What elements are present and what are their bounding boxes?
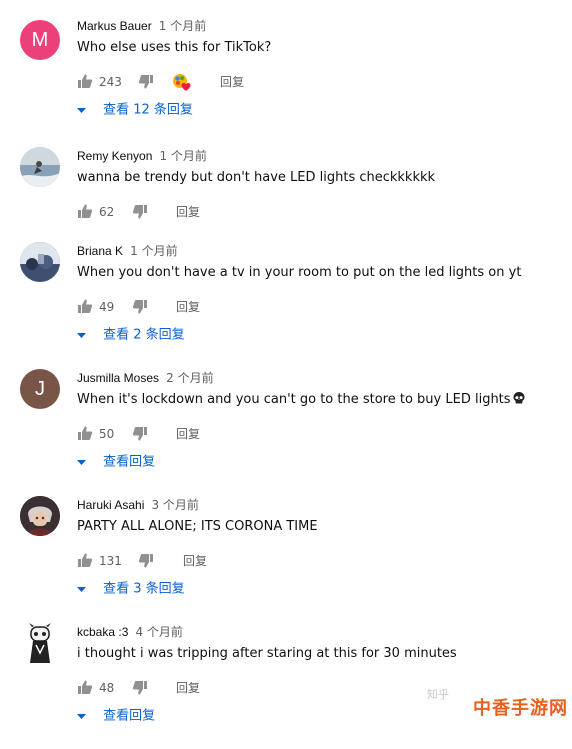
avatar[interactable]: M	[20, 20, 60, 60]
view-replies-label: 查看 2 条回复	[103, 327, 185, 343]
comment-actions: 48 回复	[77, 680, 377, 696]
comment-time[interactable]: 4 个月前	[135, 625, 182, 639]
avatar-letter: M	[31, 28, 49, 51]
comment-actions: 243 回复	[77, 73, 377, 91]
like-count: 49	[99, 300, 115, 314]
skull-emoji-icon	[513, 392, 525, 404]
comment-author[interactable]: kcbaka :3	[77, 625, 128, 639]
like-count: 243	[99, 75, 122, 89]
avatar[interactable]	[20, 147, 60, 187]
zhihu-watermark: 知乎	[427, 688, 449, 701]
comment-item: Haruki Asahi 3 个月前 PARTY ALL ALONE; ITS …	[0, 496, 572, 622]
comment-author[interactable]: Haruki Asahi	[77, 498, 144, 512]
thumbs-down-icon[interactable]	[138, 74, 154, 90]
thumbs-up-icon[interactable]	[77, 73, 93, 89]
thumbs-down-icon[interactable]	[132, 204, 148, 220]
comment-text: i thought i was tripping after staring a…	[77, 646, 457, 661]
chevron-down-icon	[77, 332, 86, 338]
view-replies-label: 查看 3 条回复	[103, 581, 185, 597]
reply-button[interactable]: 回复	[176, 426, 200, 442]
thumbs-down-icon[interactable]	[132, 299, 148, 315]
comment-time[interactable]: 1 个月前	[159, 149, 206, 163]
comment-text: wanna be trendy but don't have LED light…	[77, 170, 436, 185]
reply-button[interactable]: 回复	[176, 299, 200, 315]
thumbs-up-icon[interactable]	[77, 679, 93, 695]
comment-time[interactable]: 3 个月前	[151, 498, 198, 512]
comment-text: When you don't have a tv in your room to…	[77, 265, 522, 280]
reply-button[interactable]: 回复	[176, 204, 200, 220]
reply-button[interactable]: 回复	[220, 74, 244, 90]
comment-time[interactable]: 1 个月前	[159, 19, 206, 33]
avatar[interactable]	[20, 242, 60, 282]
chevron-down-icon	[77, 459, 86, 465]
chevron-down-icon	[77, 586, 86, 592]
avatar[interactable]: J	[20, 369, 60, 409]
comment-item: M Markus Bauer 1 个月前 Who else uses this …	[0, 17, 572, 143]
comment-text-content: When it's lockdown and you can't go to t…	[77, 392, 511, 407]
chevron-down-icon	[77, 107, 86, 113]
comment-author[interactable]: Markus Bauer	[77, 19, 152, 33]
comment-author[interactable]: Briana K	[77, 244, 123, 258]
view-replies-label: 查看回复	[103, 708, 156, 724]
view-replies-button[interactable]: 查看 2 条回复	[77, 327, 185, 344]
comment-item: J Jusmilla Moses 2 个月前 When it's lockdow…	[0, 369, 572, 495]
avatar-letter: J	[35, 377, 45, 400]
view-replies-button[interactable]: 查看 12 条回复	[77, 102, 193, 119]
comment-actions: 62 回复	[77, 204, 377, 220]
thumbs-up-icon[interactable]	[77, 298, 93, 314]
view-replies-button[interactable]: 查看回复	[77, 708, 155, 725]
comment-item: kcbaka :3 4 个月前 i thought i was tripping…	[0, 623, 572, 749]
reply-button[interactable]: 回复	[176, 680, 200, 696]
thumbs-up-icon[interactable]	[77, 552, 93, 568]
comment-author[interactable]: Remy Kenyon	[77, 149, 152, 163]
comment-time[interactable]: 2 个月前	[166, 371, 213, 385]
view-replies-label: 查看 12 条回复	[103, 102, 193, 118]
comment-actions: 131 回复	[77, 553, 377, 569]
view-replies-label: 查看回复	[103, 454, 156, 470]
comment-item: Briana K 1 个月前 When you don't have a tv …	[0, 242, 572, 368]
comment-actions: 50 回复	[77, 426, 377, 442]
thumbs-down-icon[interactable]	[132, 426, 148, 442]
view-replies-button[interactable]: 查看 3 条回复	[77, 581, 185, 598]
thumbs-down-icon[interactable]	[132, 680, 148, 696]
thumbs-up-icon[interactable]	[77, 425, 93, 441]
site-watermark: 中香手游网	[473, 698, 568, 719]
comment-time[interactable]: 1 个月前	[130, 244, 177, 258]
comment-text: When it's lockdown and you can't go to t…	[77, 391, 526, 409]
like-count: 48	[99, 681, 115, 695]
chevron-down-icon	[77, 713, 86, 719]
like-count: 131	[99, 554, 122, 568]
reply-button[interactable]: 回复	[183, 553, 207, 569]
creator-heart-icon	[173, 74, 191, 91]
comment-author[interactable]: Jusmilla Moses	[77, 371, 159, 385]
thumbs-down-icon[interactable]	[138, 553, 154, 569]
like-count: 50	[99, 427, 115, 441]
comment-text: Who else uses this for TikTok?	[77, 40, 272, 55]
avatar[interactable]	[20, 623, 60, 663]
comment-text: PARTY ALL ALONE; ITS CORONA TIME	[77, 519, 318, 534]
view-replies-button[interactable]: 查看回复	[77, 454, 155, 471]
like-count: 62	[99, 205, 115, 219]
thumbs-up-icon[interactable]	[77, 203, 93, 219]
avatar[interactable]	[20, 496, 60, 536]
comment-actions: 49 回复	[77, 299, 377, 315]
